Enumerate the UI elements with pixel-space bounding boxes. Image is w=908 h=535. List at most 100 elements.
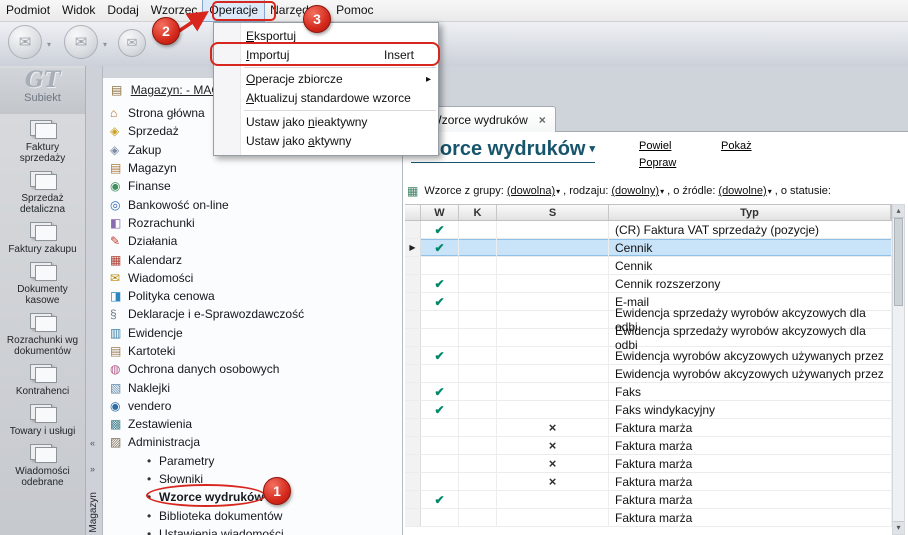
table-row[interactable]: ✔Faktura marża: [405, 491, 892, 509]
send-button[interactable]: ✉ ▾: [64, 25, 98, 59]
menu-item-ustaw-jako-aktywny[interactable]: Ustaw jako aktywny: [214, 132, 438, 151]
w-cell: [421, 329, 459, 346]
tree-item-dzia-ania[interactable]: ✎Działania: [103, 232, 402, 250]
tree-item-rozrachunki[interactable]: ◧Rozrachunki: [103, 214, 402, 232]
menu-item-importuj[interactable]: ImportujInsert: [214, 46, 438, 65]
panel-splitter[interactable]: « » Magazyn: [86, 66, 103, 535]
mail-button[interactable]: ✉ ▾: [8, 25, 42, 59]
menubar-item-podmiot[interactable]: Podmiot: [0, 0, 56, 21]
operacje-menu: EksportujImportujInsert Operacje zbiorcze…: [213, 22, 439, 156]
scroll-down-icon[interactable]: ▾: [893, 521, 904, 534]
tree-item-ustawienia-wiadomo-ci[interactable]: •Ustawienia wiadomości: [103, 525, 402, 535]
tree-item-polityka-cenowa[interactable]: ◨Polityka cenowa: [103, 287, 402, 305]
menu-item-eksportuj[interactable]: Eksportuj: [214, 27, 438, 46]
scroll-up-icon[interactable]: ▴: [893, 205, 904, 218]
tree-item-label: Wiadomości: [128, 271, 193, 285]
table-row[interactable]: ×Faktura marża: [405, 455, 892, 473]
tree-item-zestawienia[interactable]: ▩Zestawienia: [103, 415, 402, 433]
powiel-link[interactable]: Powiel: [639, 140, 671, 152]
tree-item-magazyn[interactable]: ▤Magazyn: [103, 159, 402, 177]
filter-dropdown-link[interactable]: (dowolny)▾: [611, 185, 664, 197]
documents-stack-icon: [27, 170, 59, 191]
menu-item-ustaw-jako-nieaktywny[interactable]: Ustaw jako nieaktywny: [214, 113, 438, 132]
tree-item-ewidencje[interactable]: ▥Ewidencje: [103, 324, 402, 342]
tree-item-kalendarz[interactable]: ▦Kalendarz: [103, 250, 402, 268]
table-row[interactable]: ×Faktura marża: [405, 437, 892, 455]
menu-item-aktualizuj-standardowe-wzorce[interactable]: Aktualizuj standardowe wzorce: [214, 89, 438, 108]
table-row[interactable]: ×Faktura marża: [405, 419, 892, 437]
column-header-s[interactable]: S: [497, 205, 609, 220]
rail-item-towary-i-us-ugi[interactable]: Towary i usługi: [0, 403, 85, 437]
table-row[interactable]: ▶✔Cennik: [405, 239, 892, 257]
menubar-item-dodaj[interactable]: Dodaj: [101, 0, 144, 21]
rail-item-rozrachunki-wg-dokument-w[interactable]: Rozrachunki wg dokumentów: [0, 312, 85, 357]
collapse-right-icon[interactable]: »: [90, 464, 95, 474]
tree-item-finanse[interactable]: ◉Finanse: [103, 177, 402, 195]
rail-item-wiadomo-ci-odebrane[interactable]: Wiadomości odebrane: [0, 443, 85, 488]
tree-item-label: Bankowość on-line: [128, 198, 229, 212]
menubar: PodmiotWidokDodajWzorzecOperacjeNarzędzi…: [0, 0, 908, 22]
menubar-item-widok[interactable]: Widok: [56, 0, 101, 21]
rail-item-faktury-sprzeda-y[interactable]: Faktury sprzedaży: [0, 119, 85, 164]
bullet-icon: •: [147, 509, 157, 523]
menubar-item-pomoc[interactable]: Pomoc: [330, 0, 379, 21]
menu-separator: [244, 110, 436, 111]
message-button[interactable]: ✉: [118, 29, 146, 57]
menubar-item-operacje[interactable]: Operacje: [203, 0, 264, 21]
rail-item-sprzeda-detaliczna[interactable]: Sprzedaż detaliczna: [0, 170, 85, 215]
tree-item-wiadomo-ci[interactable]: ✉Wiadomości: [103, 269, 402, 287]
column-header-k[interactable]: K: [459, 205, 497, 220]
close-tab-icon[interactable]: ×: [539, 113, 546, 127]
pokaz-link[interactable]: Pokaż: [721, 140, 752, 152]
tree-item-kartoteki[interactable]: ▤Kartoteki: [103, 342, 402, 360]
table-row[interactable]: Ewidencja sprzedaży wyrobów akcyzowych d…: [405, 329, 892, 347]
tree-item-wzorce-wydruk-w[interactable]: •Wzorce wydruków: [103, 488, 402, 506]
table-row[interactable]: Ewidencja wyrobów akcyzowych używanych p…: [405, 365, 892, 383]
tree-item-s-owniki[interactable]: •Słowniki: [103, 470, 402, 488]
type-cell: (CR) Faktura VAT sprzedaży (pozycje): [609, 221, 892, 238]
filter-dropdown-link[interactable]: (dowolna)▾: [507, 185, 560, 197]
column-header-w[interactable]: W: [421, 205, 459, 220]
row-pointer: [405, 473, 421, 490]
table-row[interactable]: ×Faktura marża: [405, 473, 892, 491]
table-row[interactable]: ✔(CR) Faktura VAT sprzedaży (pozycje): [405, 221, 892, 239]
type-cell: Ewidencja wyrobów akcyzowych używanych p…: [609, 347, 892, 364]
k-cell: [459, 419, 497, 436]
column-header-typ[interactable]: Typ: [609, 205, 891, 220]
collapse-left-icon[interactable]: «: [90, 438, 95, 448]
s-cell: [497, 401, 609, 418]
dropdown-caret-icon: ▾: [103, 40, 107, 49]
rail-item-kontrahenci[interactable]: Kontrahenci: [0, 363, 85, 397]
check-icon: ✔: [421, 275, 459, 292]
toolbar: ✉ ▾ ✉ ▾ ✉: [0, 22, 908, 66]
table-row[interactable]: Cennik: [405, 257, 892, 275]
tree-item-vendero[interactable]: ◉vendero: [103, 397, 402, 415]
menubar-item-narz-dzia[interactable]: Narzędzia: [264, 0, 330, 21]
table-row[interactable]: ✔Ewidencja wyrobów akcyzowych używanych …: [405, 347, 892, 365]
menu-item-operacje-zbiorcze[interactable]: Operacje zbiorcze▸: [214, 70, 438, 89]
rail-item-faktury-zakupu[interactable]: Faktury zakupu: [0, 221, 85, 255]
table-body: ✔(CR) Faktura VAT sprzedaży (pozycje)▶✔C…: [405, 221, 892, 527]
rail-item-dokumenty-kasowe[interactable]: Dokumenty kasowe: [0, 261, 85, 306]
k-cell: [459, 275, 497, 292]
finance-icon: ◉: [110, 179, 126, 193]
tree-item-ochrona-danych-osobowych[interactable]: ◍Ochrona danych osobowych: [103, 360, 402, 378]
table-row[interactable]: Faktura marża: [405, 509, 892, 527]
table-row[interactable]: ✔Faks: [405, 383, 892, 401]
tree-item-parametry[interactable]: •Parametry: [103, 452, 402, 470]
filter-dropdown-link[interactable]: (dowolne)▾: [718, 185, 771, 197]
table-row[interactable]: ✔Faks windykacyjny: [405, 401, 892, 419]
tree-item-deklaracje-i-e-sprawozdawczo[interactable]: §Deklaracje i e-Sprawozdawczość: [103, 305, 402, 323]
tab-strip: ▤ Wzorce wydruków ×: [402, 106, 908, 132]
tree-item-administracja[interactable]: ▨Administracja: [103, 433, 402, 451]
vertical-scrollbar[interactable]: ▴ ▾: [892, 204, 905, 535]
scroll-thumb[interactable]: [894, 218, 903, 306]
popraw-link[interactable]: Popraw: [639, 157, 676, 169]
menubar-item-wzorzec[interactable]: Wzorzec: [145, 0, 204, 21]
row-pointer: [405, 455, 421, 472]
book-icon: ▤: [111, 83, 122, 97]
table-row[interactable]: ✔Cennik rozszerzony: [405, 275, 892, 293]
tree-item-naklejki[interactable]: ▧Naklejki: [103, 378, 402, 396]
tree-item-bankowo-on-line[interactable]: ◎Bankowość on-line: [103, 195, 402, 213]
tree-item-biblioteka-dokument-w[interactable]: •Biblioteka dokumentów: [103, 507, 402, 525]
